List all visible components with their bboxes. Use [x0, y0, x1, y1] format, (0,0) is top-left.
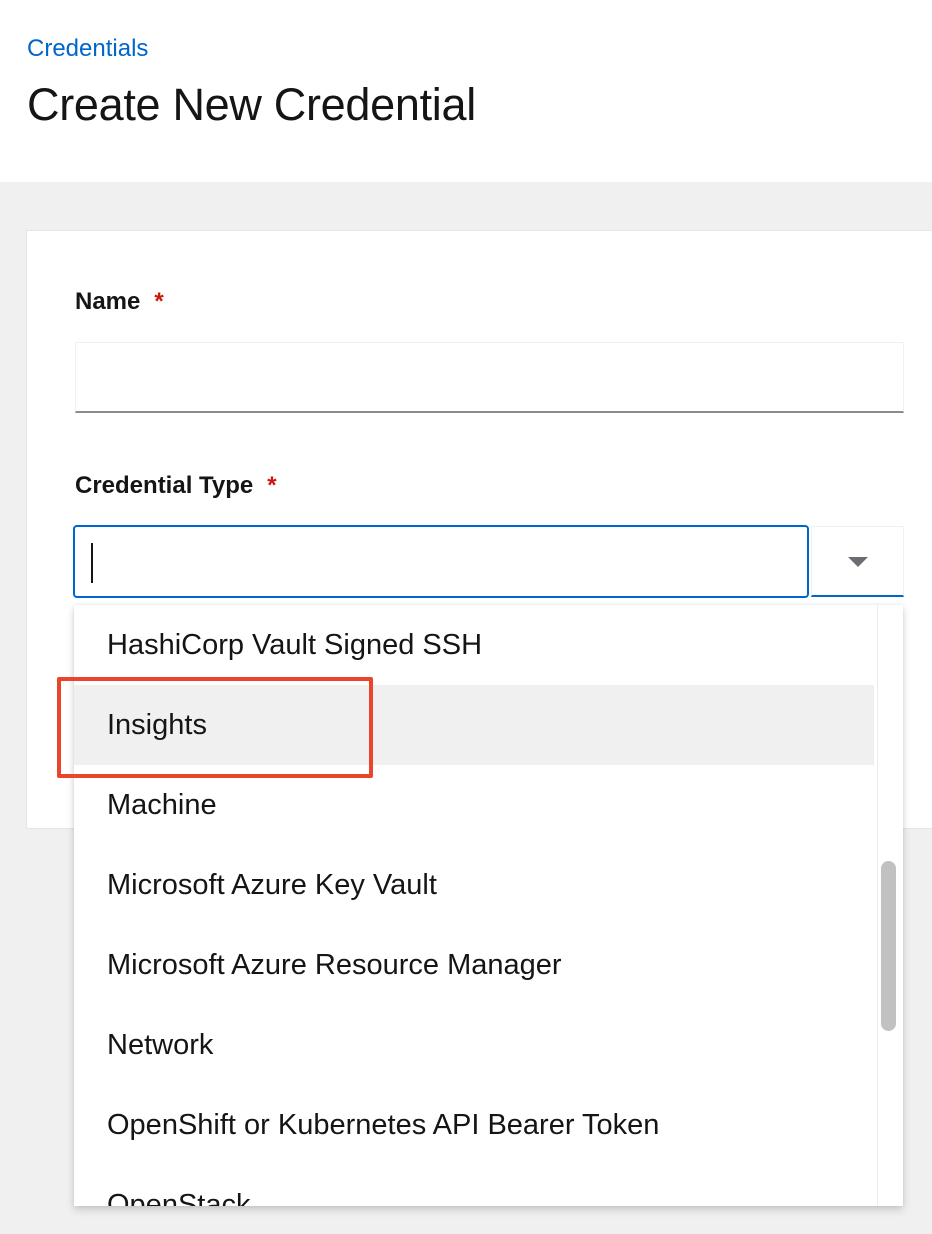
dropdown-scrollbar-thumb[interactable] [881, 861, 896, 1031]
name-input[interactable] [75, 342, 904, 413]
name-label-text: Name [75, 288, 141, 315]
caret-down-icon [848, 557, 868, 567]
option-insights[interactable]: Insights [74, 685, 874, 765]
name-label: Name * [75, 287, 164, 317]
option-microsoft-azure-key-vault[interactable]: Microsoft Azure Key Vault [74, 845, 874, 925]
option-hashicorp-vault-signed-ssh[interactable]: HashiCorp Vault Signed SSH [74, 605, 874, 685]
option-microsoft-azure-resource-manager[interactable]: Microsoft Azure Resource Manager [74, 925, 874, 1005]
credential-type-label: Credential Type * [75, 471, 277, 501]
credential-type-required-marker: * [267, 472, 277, 499]
name-required-marker: * [154, 288, 164, 315]
option-machine[interactable]: Machine [74, 765, 874, 845]
option-openstack[interactable]: OpenStack [74, 1165, 874, 1206]
page-title: Create New Credential [27, 79, 476, 130]
page-header: Credentials Create New Credential [0, 0, 932, 182]
credential-type-dropdown-menu: HashiCorp Vault Signed SSH Insights Mach… [74, 605, 903, 1206]
option-openshift-kubernetes-api-bearer-token[interactable]: OpenShift or Kubernetes API Bearer Token [74, 1085, 874, 1165]
text-cursor [91, 543, 93, 583]
credential-type-label-text: Credential Type [75, 472, 254, 499]
breadcrumb-credentials-link[interactable]: Credentials [27, 34, 148, 64]
credential-type-input[interactable] [73, 525, 809, 598]
credential-type-toggle-button[interactable] [811, 526, 904, 597]
option-network[interactable]: Network [74, 1005, 874, 1085]
credential-type-options: HashiCorp Vault Signed SSH Insights Mach… [74, 605, 874, 1206]
